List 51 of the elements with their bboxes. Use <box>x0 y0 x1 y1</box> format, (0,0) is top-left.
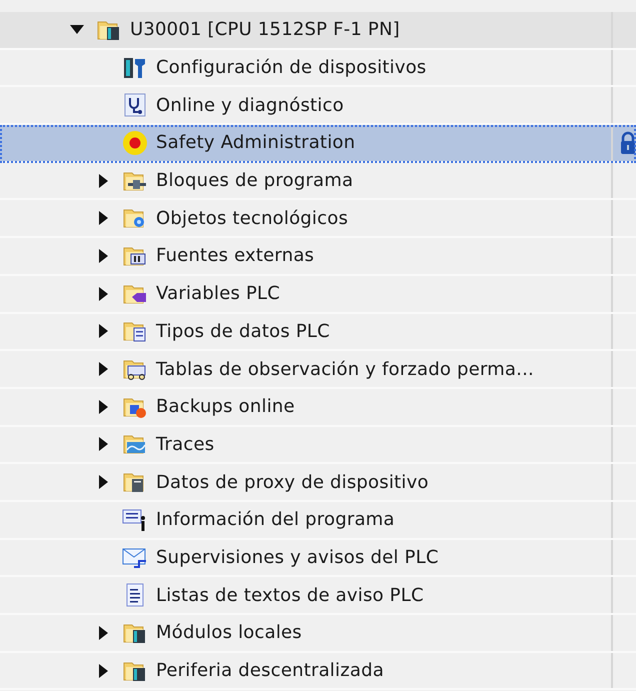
tree-item-label: Módulos locales <box>156 622 302 644</box>
expand-arrow-icon[interactable] <box>98 400 108 414</box>
tree-item[interactable]: Objetos tecnológicos <box>0 200 636 238</box>
tree-item[interactable]: Listas de textos de aviso PLC <box>0 577 636 615</box>
tree-item[interactable]: U30001 [CPU 1512SP F-1 PN] <box>0 12 636 50</box>
expand-arrow-icon[interactable] <box>98 362 108 376</box>
tree-item-label: Fuentes externas <box>156 245 314 266</box>
expand-arrow-icon[interactable] <box>98 626 108 640</box>
expand-arrow-icon[interactable] <box>98 248 108 263</box>
stethoscope-icon <box>122 92 148 118</box>
tree-item-label: Traces <box>156 434 214 455</box>
tree-item[interactable]: Fuentes externas <box>0 238 636 276</box>
tree-item[interactable]: Módulos locales <box>0 615 636 653</box>
tree-item[interactable]: Supervisiones y avisos del PLC <box>0 540 636 578</box>
tree-item-label: Objetos tecnológicos <box>156 208 348 229</box>
tree-item-label: Periferia descentralizada <box>156 660 384 682</box>
expand-arrow-icon[interactable] <box>70 25 84 34</box>
expand-arrow-icon[interactable] <box>98 286 108 301</box>
expand-arrow-icon[interactable] <box>98 324 108 338</box>
expand-arrow-icon[interactable] <box>98 174 108 188</box>
safety-button-icon <box>122 130 148 156</box>
tree-item-label: Configuración de dispositivos <box>156 57 426 78</box>
tree-item[interactable]: Tablas de observación y forzado perma... <box>0 351 636 389</box>
tree-item[interactable]: Tipos de datos PLC <box>0 314 636 352</box>
tree-item-label: U30001 [CPU 1512SP F-1 PN] <box>130 19 400 40</box>
tree-item[interactable]: Bloques de programa <box>0 162 636 200</box>
tree-item-label: Online y diagnóstico <box>156 94 344 116</box>
tree-item-label: Información del programa <box>156 509 395 530</box>
tree-item[interactable]: Periferia descentralizada <box>0 652 636 690</box>
tree-item-label: Supervisiones y avisos del PLC <box>156 546 439 568</box>
expand-arrow-icon[interactable] <box>98 475 108 490</box>
tree-item[interactable]: Safety Administration <box>0 125 636 163</box>
tree-item-label: Safety Administration <box>156 132 356 154</box>
info-document-icon <box>122 506 148 533</box>
tree-item-label: Bloques de programa <box>156 170 354 192</box>
tree-item-label: Listas de textos de aviso PLC <box>156 584 424 606</box>
tree-item-label: Datos de proxy de dispositivo <box>156 472 429 493</box>
tree-item[interactable]: Backups online <box>0 388 636 427</box>
expand-arrow-icon[interactable] <box>98 211 108 226</box>
tree-item[interactable]: Traces <box>0 426 636 464</box>
tree-item[interactable]: Variables PLC <box>0 276 636 314</box>
tree-item[interactable]: Datos de proxy de dispositivo <box>0 464 636 502</box>
tree-item-label: Variables PLC <box>156 283 280 304</box>
tree-item-label: Backups online <box>156 396 295 418</box>
tree-item[interactable]: Información del programa <box>0 502 636 540</box>
expand-arrow-icon[interactable] <box>98 664 108 678</box>
tree-item[interactable]: Online y diagnóstico <box>0 87 636 126</box>
tree-item-label: Tipos de datos PLC <box>156 320 330 342</box>
tree-item-label: Tablas de observación y forzado perma... <box>156 358 534 380</box>
expand-arrow-icon[interactable] <box>98 437 108 452</box>
tree-item[interactable]: Configuración de dispositivos <box>0 50 636 88</box>
